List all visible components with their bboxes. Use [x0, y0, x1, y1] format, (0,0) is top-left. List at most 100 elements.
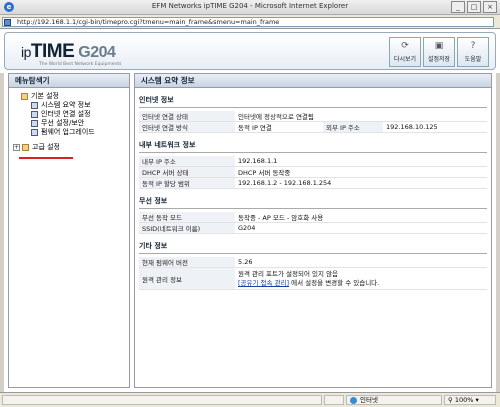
maximize-button[interactable]: □ [467, 1, 481, 13]
row-value: 동적 IP 연결 [235, 121, 323, 133]
row-value: 5.26 [235, 257, 487, 268]
page-content: 메뉴탐색기 기본 설정 시스템 요약 정보 인터넷 연결 설정 무선 설정/보안… [4, 73, 496, 392]
row-value: 192.168.1.2 - 192.168.1.254 [235, 177, 487, 189]
sidebar-item-label: 무선 설정/보안 [41, 119, 85, 127]
red-underline-annotation [19, 157, 73, 159]
tree-advanced-settings[interactable]: + 고급 설정 [13, 143, 127, 152]
save-icon: ▣ [434, 41, 444, 51]
status-zone: 인터넷 [346, 395, 442, 405]
header-toolbar: ⟳ 다시보기 ▣ 설정저장 ? 도움말 [389, 37, 489, 67]
table-row: 원격 관리 정보 원격 관리 포트가 설정되어 있지 않음 [공유기 접속 관리… [139, 267, 487, 290]
row-label: 현재 펌웨어 버전 [139, 257, 235, 268]
section-title: 무선 정보 [139, 194, 487, 209]
page-icon [31, 102, 38, 109]
page-icon [31, 120, 38, 127]
system-summary-panel: 시스템 요약 정보 인터넷 정보 인터넷 연결 상태 인터넷에 정상적으로 연결… [134, 73, 492, 388]
menu-tree: 기본 설정 시스템 요약 정보 인터넷 연결 설정 무선 설정/보안 펌웨어 업… [9, 88, 129, 152]
page-icon [31, 129, 38, 136]
section-title: 인터넷 정보 [139, 93, 487, 108]
refresh-icon: ⟳ [401, 41, 409, 51]
page-title: 시스템 요약 정보 [135, 74, 491, 88]
internet-info-table: 인터넷 연결 상태 인터넷에 정상적으로 연결됨 인터넷 연결 방식 동적 IP… [139, 111, 487, 133]
logo-prefix: ip [21, 44, 31, 60]
table-row: 내부 IP 주소 192.168.1.1 [139, 156, 487, 167]
sidebar-item-label: 인터넷 연결 설정 [41, 110, 91, 118]
sidebar-item-internet-setup[interactable]: 인터넷 연결 설정 [13, 110, 127, 119]
row-label: 인터넷 연결 방식 [139, 121, 235, 133]
wireless-info-section: 무선 정보 무선 동작 모드 동작중 - AP 모드 - 암호화 사용 SSID… [139, 194, 487, 234]
row-value: 인터넷에 정상적으로 연결됨 [235, 111, 487, 122]
save-settings-button[interactable]: ▣ 설정저장 [423, 37, 455, 67]
row-label: 동적 IP 할당 범위 [139, 177, 235, 189]
lan-info-section: 내부 네트워크 정보 내부 IP 주소 192.168.1.1 DHCP 서버 … [139, 138, 487, 189]
remote-mgmt-hint: [공유기 접속 관리] 에서 설정을 변경할 수 있습니다. [238, 279, 484, 288]
lan-info-table: 내부 IP 주소 192.168.1.1 DHCP 서버 상태 DHCP 서버 … [139, 156, 487, 189]
sidebar-item-label: 시스템 요약 정보 [41, 101, 91, 109]
sidebar-item-label: 펌웨어 업그레이드 [41, 128, 95, 136]
row-label: 외부 IP 주소 [323, 121, 383, 133]
table-row: 인터넷 연결 상태 인터넷에 정상적으로 연결됨 [139, 111, 487, 122]
refresh-button[interactable]: ⟳ 다시보기 [389, 37, 421, 67]
wireless-info-table: 무선 동작 모드 동작중 - AP 모드 - 암호화 사용 SSID(네트워크 … [139, 212, 487, 234]
row-label: 원격 관리 정보 [139, 267, 235, 290]
page-icon [4, 19, 11, 26]
zoom-level: 100% [454, 396, 474, 404]
menu-explorer-title: 메뉴탐색기 [9, 74, 129, 88]
address-input[interactable]: http://192.168.1.1/cgi-bin/timepro.cgi?t… [2, 17, 494, 27]
window-controls: _ □ × [451, 1, 497, 13]
router-access-link[interactable]: [공유기 접속 관리] [238, 279, 289, 287]
window-titlebar: e EFM Networks ipTIME G204 - Microsoft I… [0, 0, 500, 15]
chevron-down-icon: ▾ [475, 396, 479, 404]
tree-basic-settings[interactable]: 기본 설정 [13, 92, 127, 101]
zoom-control[interactable]: ⚲ 100% ▾ [444, 395, 496, 405]
table-row: 무선 동작 모드 동작중 - AP 모드 - 암호화 사용 [139, 212, 487, 223]
internet-info-section: 인터넷 정보 인터넷 연결 상태 인터넷에 정상적으로 연결됨 인터넷 연결 방… [139, 93, 487, 133]
close-button[interactable]: × [483, 1, 497, 13]
table-row: SSID(네트워크 이름) G204 [139, 222, 487, 234]
remote-mgmt-status: 원격 관리 포트가 설정되어 있지 않음 [238, 269, 339, 278]
etc-info-table: 현재 펌웨어 버전 5.26 원격 관리 정보 원격 관리 포트가 설정되어 있… [139, 257, 487, 290]
help-button[interactable]: ? 도움말 [457, 37, 489, 67]
help-label: 도움말 [464, 56, 482, 63]
address-bar: http://192.168.1.1/cgi-bin/timepro.cgi?t… [0, 15, 500, 29]
remote-mgmt-hint-text: 에서 설정을 변경할 수 있습니다. [291, 278, 380, 287]
iptime-logo: ipTIME G204 [21, 41, 116, 63]
status-lock [324, 395, 344, 405]
row-value: 192.168.10.125 [383, 121, 487, 133]
status-message [2, 395, 322, 405]
row-value: 192.168.1.1 [235, 156, 487, 167]
page-icon [31, 111, 38, 118]
window-title: EFM Networks ipTIME G204 - Microsoft Int… [151, 2, 349, 10]
magnifier-icon: ⚲ [448, 396, 453, 404]
row-label: 무선 동작 모드 [139, 212, 235, 223]
row-label: 내부 IP 주소 [139, 156, 235, 167]
etc-info-section: 기타 정보 현재 펌웨어 버전 5.26 원격 관리 정보 원격 관리 포트가 … [139, 239, 487, 290]
header-frame: ipTIME G204 The World Best Network Equipm… [4, 32, 496, 70]
router-header: ipTIME G204 The World Best Network Equipm… [0, 29, 500, 73]
refresh-label: 다시보기 [393, 56, 417, 63]
row-value: G204 [235, 222, 487, 234]
globe-icon [350, 396, 357, 404]
table-row: 인터넷 연결 방식 동적 IP 연결 외부 IP 주소 192.168.10.1… [139, 121, 487, 133]
tree-basic-label: 기본 설정 [31, 92, 59, 100]
save-settings-label: 설정저장 [427, 56, 451, 63]
zone-label: 인터넷 [360, 396, 378, 404]
logo-tagline: The World Best Network Equipments [39, 62, 122, 67]
row-label: 인터넷 연결 상태 [139, 111, 235, 122]
row-value: DHCP 서버 동작중 [235, 166, 487, 178]
help-icon: ? [470, 41, 476, 51]
table-row: 현재 펌웨어 버전 5.26 [139, 257, 487, 268]
folder-closed-icon [22, 144, 29, 151]
logo-main: TIME [30, 41, 75, 62]
section-title: 기타 정보 [139, 239, 487, 254]
row-value: 동작중 - AP 모드 - 암호화 사용 [235, 212, 487, 223]
minimize-button[interactable]: _ [451, 1, 465, 13]
sidebar-item-firmware-upgrade[interactable]: 펌웨어 업그레이드 [13, 128, 127, 137]
sidebar-item-system-summary[interactable]: 시스템 요약 정보 [13, 101, 127, 110]
table-row: 동적 IP 할당 범위 192.168.1.2 - 192.168.1.254 [139, 177, 487, 189]
sidebar-item-wireless-security[interactable]: 무선 설정/보안 [13, 119, 127, 128]
tree-advanced-label: 고급 설정 [32, 143, 60, 151]
expand-plus-icon[interactable]: + [13, 144, 20, 151]
logo-model: G204 [78, 44, 116, 61]
section-title: 내부 네트워크 정보 [139, 138, 487, 153]
